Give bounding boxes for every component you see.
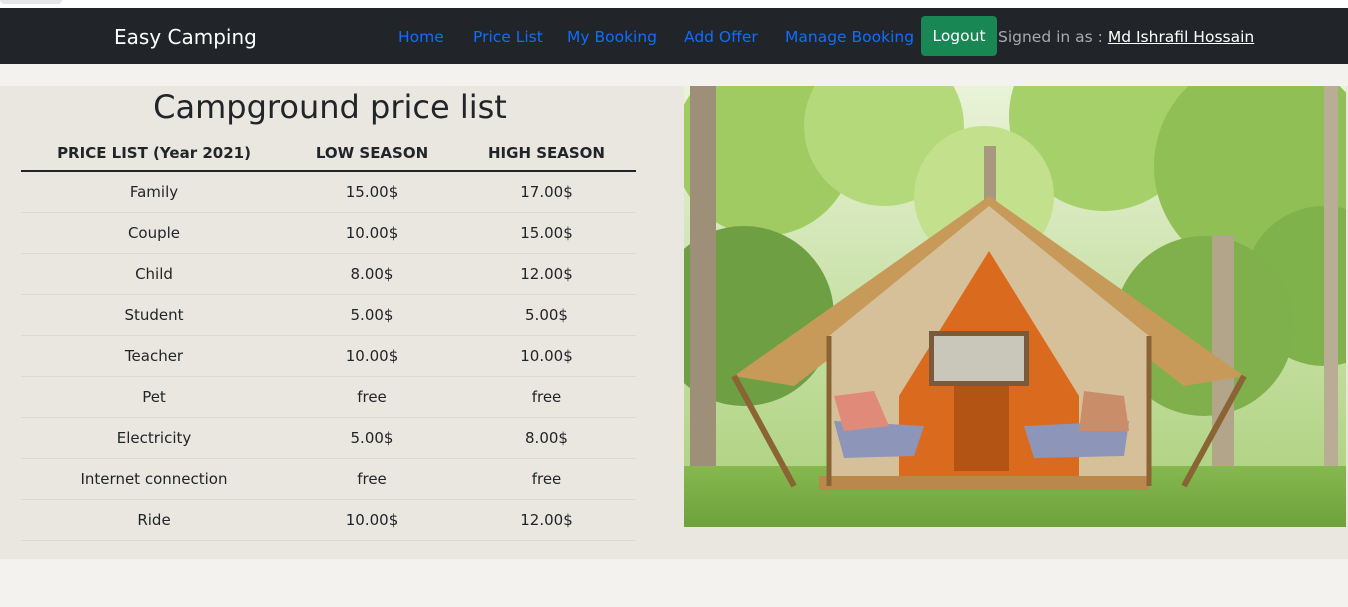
table-row: Student 5.00$ 5.00$ bbox=[21, 294, 636, 336]
browser-tab-edge bbox=[0, 0, 62, 4]
cell-high-season: 17.00$ bbox=[457, 171, 636, 213]
column-header-price-list: PRICE LIST (Year 2021) bbox=[21, 136, 287, 172]
brand-logo-text[interactable]: Easy Camping bbox=[114, 24, 257, 50]
table-row: Child 8.00$ 12.00$ bbox=[21, 253, 636, 295]
table-row: Ride 10.00$ 12.00$ bbox=[21, 499, 636, 541]
price-table: PRICE LIST (Year 2021) LOW SEASON HIGH S… bbox=[21, 136, 636, 541]
cell-low-season: 10.00$ bbox=[287, 335, 457, 377]
table-row: Family 15.00$ 17.00$ bbox=[21, 171, 636, 213]
cell-high-season: free bbox=[457, 458, 636, 500]
table-row: Pet free free bbox=[21, 376, 636, 418]
table-row: Teacher 10.00$ 10.00$ bbox=[21, 335, 636, 377]
logout-button[interactable]: Logout bbox=[921, 16, 997, 56]
signed-in-status: Signed in as : Md Ishrafil Hossain bbox=[998, 27, 1254, 47]
cell-item: Couple bbox=[21, 212, 287, 254]
nav-link-my-booking[interactable]: My Booking bbox=[567, 27, 657, 47]
cell-item: Teacher bbox=[21, 335, 287, 377]
cell-low-season: 10.00$ bbox=[287, 212, 457, 254]
table-row: Couple 10.00$ 15.00$ bbox=[21, 212, 636, 254]
cell-high-season: 8.00$ bbox=[457, 417, 636, 459]
cell-low-season: 10.00$ bbox=[287, 499, 457, 541]
cell-item: Electricity bbox=[21, 417, 287, 459]
column-header-high-season: HIGH SEASON bbox=[457, 136, 636, 172]
cell-item: Student bbox=[21, 294, 287, 336]
cell-item: Child bbox=[21, 253, 287, 295]
cell-low-season: 15.00$ bbox=[287, 171, 457, 213]
nav-link-manage-booking[interactable]: Manage Booking bbox=[785, 27, 914, 47]
browser-top-strip bbox=[0, 0, 1348, 8]
signed-in-prefix: Signed in as : bbox=[998, 28, 1103, 46]
cell-high-season: 10.00$ bbox=[457, 335, 636, 377]
cell-high-season: 12.00$ bbox=[457, 253, 636, 295]
cell-low-season: 5.00$ bbox=[287, 417, 457, 459]
cell-low-season: 8.00$ bbox=[287, 253, 457, 295]
cell-item: Pet bbox=[21, 376, 287, 418]
page-title: Campground price list bbox=[153, 88, 507, 126]
user-name-link[interactable]: Md Ishrafil Hossain bbox=[1108, 28, 1254, 46]
cell-low-season: free bbox=[287, 458, 457, 500]
page-bottom-area bbox=[0, 559, 1348, 607]
cell-high-season: 5.00$ bbox=[457, 294, 636, 336]
nav-link-price-list[interactable]: Price List bbox=[473, 27, 543, 47]
cell-item: Internet connection bbox=[21, 458, 287, 500]
top-navbar: Easy Camping Home Price List My Booking … bbox=[0, 8, 1348, 64]
campground-tent-photo bbox=[684, 86, 1346, 527]
column-header-low-season: LOW SEASON bbox=[287, 136, 457, 172]
cell-high-season: free bbox=[457, 376, 636, 418]
nav-link-add-offer[interactable]: Add Offer bbox=[684, 27, 758, 47]
table-row: Electricity 5.00$ 8.00$ bbox=[21, 417, 636, 459]
table-body: Family 15.00$ 17.00$ Couple 10.00$ 15.00$ Ch… bbox=[21, 171, 636, 541]
table-header-row: PRICE LIST (Year 2021) LOW SEASON HIGH S… bbox=[21, 136, 636, 172]
nav-link-home[interactable]: Home bbox=[398, 27, 444, 47]
tent-illustration bbox=[684, 86, 1346, 527]
table-row: Internet connection free free bbox=[21, 458, 636, 500]
cell-item: Ride bbox=[21, 499, 287, 541]
cell-item: Family bbox=[21, 171, 287, 213]
cell-high-season: 15.00$ bbox=[457, 212, 636, 254]
cell-high-season: 12.00$ bbox=[457, 499, 636, 541]
cell-low-season: 5.00$ bbox=[287, 294, 457, 336]
cell-low-season: free bbox=[287, 376, 457, 418]
price-list-section: Campground price list PRICE LIST (Year 2… bbox=[0, 86, 1348, 559]
